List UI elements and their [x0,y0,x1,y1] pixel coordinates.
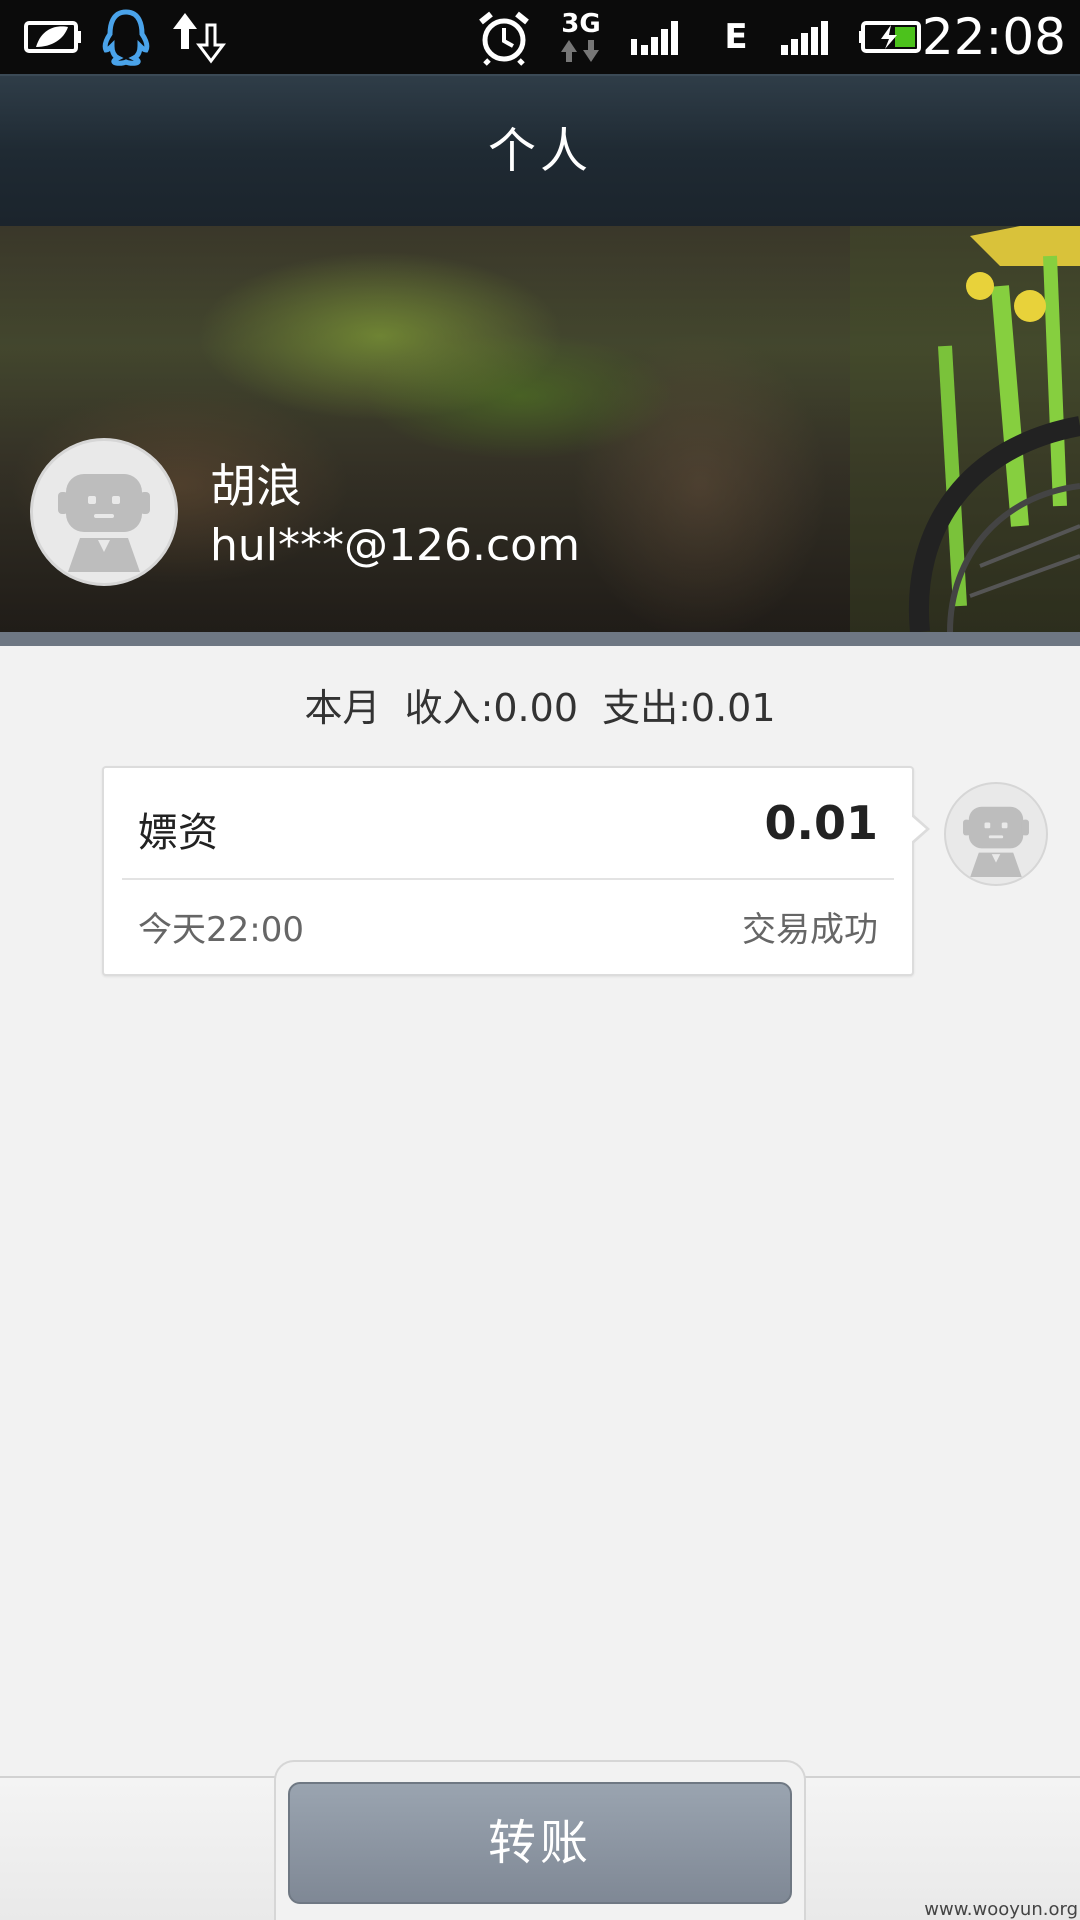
watermark: www.wooyun.org [924,1899,1078,1920]
transaction-title: 嫖资 [138,810,218,856]
card-pointer-inner [910,815,926,843]
page-title: 个人 [487,123,592,179]
user-email: hul***@126.com [210,520,580,571]
robot-avatar-icon [58,474,150,572]
transaction-amount: 0.01 [764,796,879,850]
robot-avatar-icon [963,806,1029,877]
battery-charging-icon [856,8,928,66]
user-avatar[interactable] [30,438,178,586]
3g-icon: 3G [556,8,606,66]
title-bar: 个人 [0,74,1080,226]
status-bar: 3G E 22:08 [0,0,1080,74]
summary-income: 收入:0.00 [404,686,578,730]
transaction-time: 今天22:00 [138,910,304,950]
banner-divider [0,632,1080,646]
card-divider [122,878,894,880]
transaction-card[interactable]: 嫖资 0.01 今天22:00 交易成功 [102,766,914,976]
summary-month-label: 本月 [304,686,381,730]
signal-icon [778,8,840,66]
upload-download-icon [168,8,228,66]
monthly-summary: 本月 收入:0.00 支出:0.01 [0,680,1080,736]
qq-icon [96,8,156,66]
alarm-icon [474,8,534,66]
transfer-button[interactable]: 转账 [288,1782,792,1904]
transaction-avatar[interactable] [944,782,1048,886]
leaf-battery-icon [20,8,86,66]
profile-banner [0,226,1080,632]
edge-icon: E [724,17,748,57]
user-name: 胡浪 [210,459,302,513]
summary-expense: 支出:0.01 [602,686,776,730]
transaction-status: 交易成功 [742,910,878,950]
bicycle-image [850,226,1080,632]
signal-icon [628,8,688,66]
status-time: 22:08 [921,8,1066,66]
